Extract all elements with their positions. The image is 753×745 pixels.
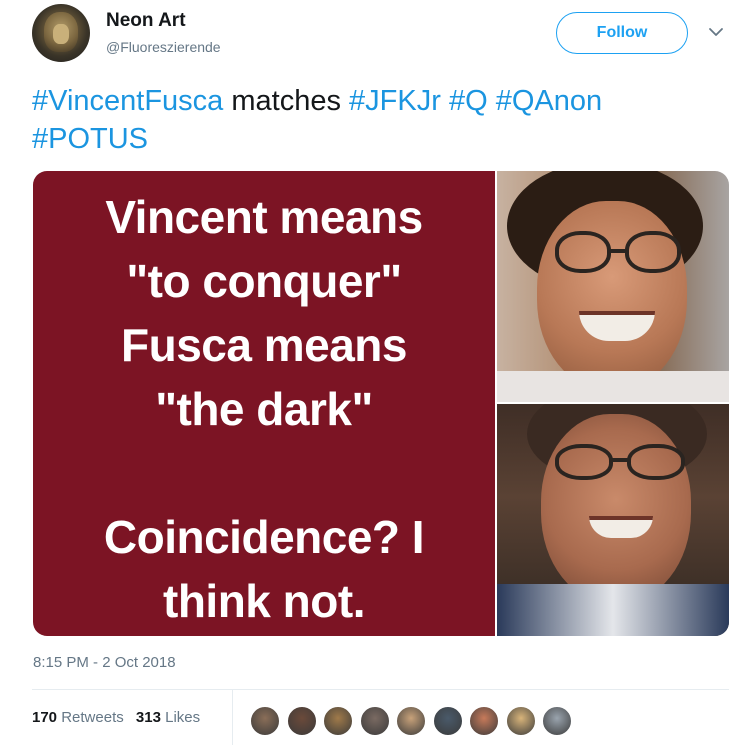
meme-text-line: Vincent means xyxy=(105,191,423,243)
meme-text-line: Coincidence? I xyxy=(103,511,425,563)
tweet-text-fragment xyxy=(441,85,449,117)
likers-avatars xyxy=(249,705,578,737)
tweet-timestamp[interactable]: 8:15 PM - 2 Oct 2018 xyxy=(33,654,176,671)
meme-text-line: "to conquer" xyxy=(126,255,402,307)
chevron-down-icon[interactable] xyxy=(708,24,724,40)
author-handle[interactable]: @Fluoreszierende xyxy=(106,39,221,55)
liker-avatar[interactable] xyxy=(358,705,391,737)
tweet-header: Neon Art @Fluoreszierende Follow xyxy=(32,4,732,66)
photo-top-face xyxy=(497,171,729,402)
meme-text-line: "the dark" xyxy=(155,383,373,435)
liker-avatar[interactable] xyxy=(322,705,354,737)
likes-stat[interactable]: 313 Likes xyxy=(136,709,200,726)
lion-avatar[interactable] xyxy=(32,4,90,62)
hashtag-link[interactable]: #POTUS xyxy=(32,123,148,155)
author-display-name[interactable]: Neon Art xyxy=(106,10,186,32)
hashtag-link[interactable]: #JFKJr xyxy=(349,85,441,117)
liker-avatar[interactable] xyxy=(431,705,464,737)
likes-label: Likes xyxy=(165,709,201,726)
tweet-media[interactable]: Vincent means "to conquer" Fusca means "the… xyxy=(33,171,729,636)
likes-count: 313 xyxy=(135,709,161,726)
retweets-stat[interactable]: 170 Retweets xyxy=(32,709,124,726)
liker-avatar[interactable] xyxy=(285,705,318,737)
stats-divider xyxy=(232,690,233,745)
retweets-label: Retweets xyxy=(61,709,124,726)
tweet-text-fragment: matches xyxy=(223,85,350,117)
divider xyxy=(32,689,729,690)
meme-text-line: Fusca means xyxy=(121,319,407,371)
meme-text-line: think not. xyxy=(163,575,365,627)
hashtag-link[interactable]: #QAnon xyxy=(496,85,602,117)
avatar-face xyxy=(53,24,69,44)
follow-button[interactable]: Follow xyxy=(556,12,688,54)
liker-avatar[interactable] xyxy=(541,705,573,737)
tweet-stats: 170 Retweets 313 Likes xyxy=(32,709,208,726)
meme-text-panel: Vincent means "to conquer" Fusca means "the… xyxy=(33,171,495,636)
tweet-text: #VincentFusca matches #JFKJr #Q #QAnon #… xyxy=(32,82,722,158)
liker-avatar[interactable] xyxy=(249,705,281,737)
hashtag-link[interactable]: #VincentFusca xyxy=(32,85,223,117)
photo-bottom-face xyxy=(497,404,729,636)
hashtag-link[interactable]: #Q xyxy=(449,85,488,117)
retweets-count: 170 xyxy=(32,709,58,726)
liker-avatar[interactable] xyxy=(504,705,537,737)
liker-avatar[interactable] xyxy=(468,705,500,737)
tweet-text-fragment xyxy=(488,85,496,117)
liker-avatar[interactable] xyxy=(395,705,427,737)
